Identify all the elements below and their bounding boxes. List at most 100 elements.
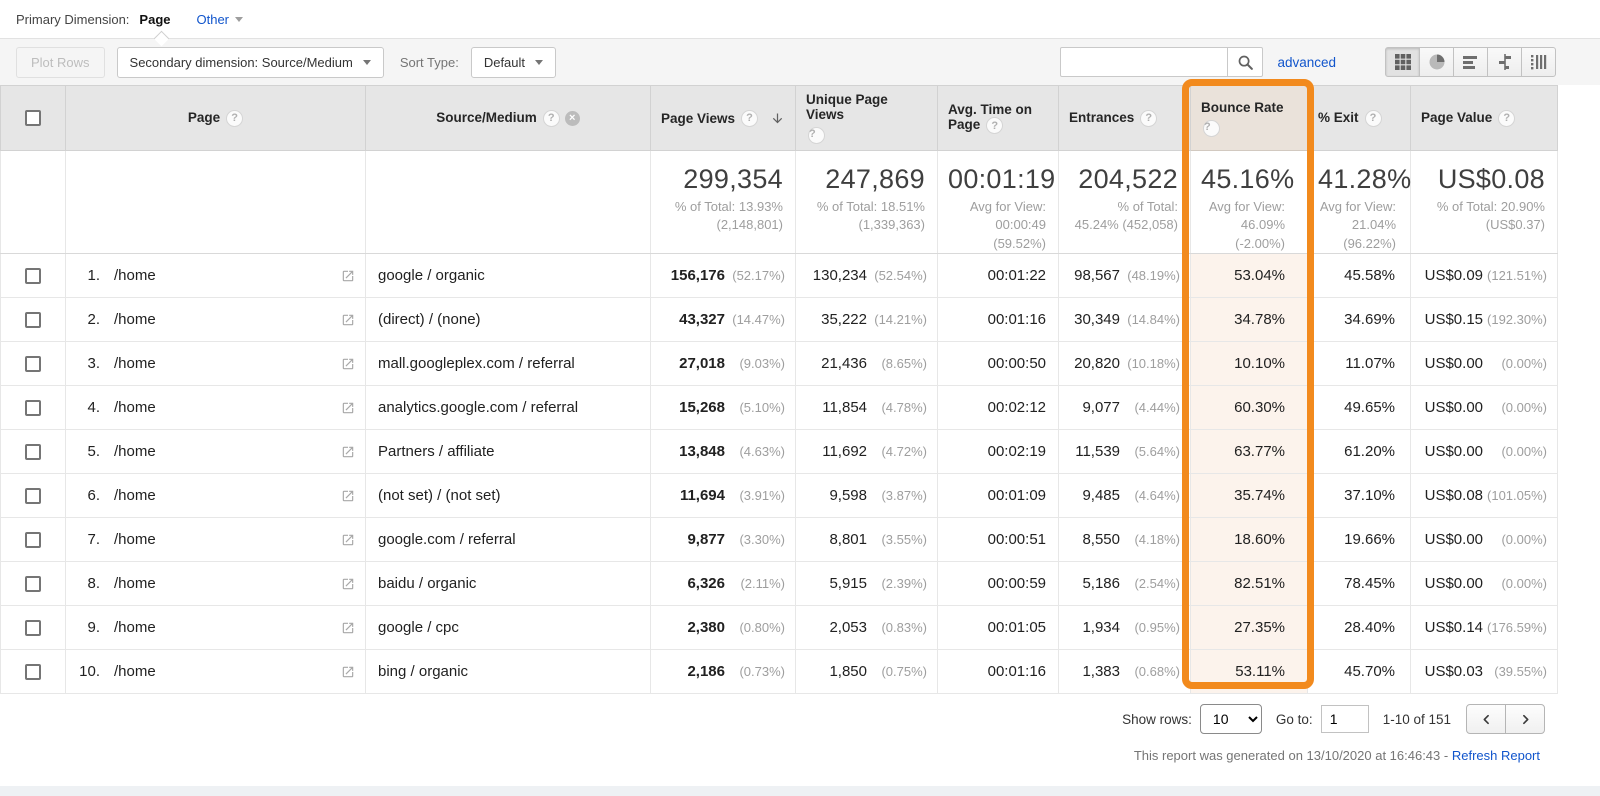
header-page-views[interactable]: Page Views bbox=[650, 85, 796, 151]
open-in-new-icon[interactable] bbox=[341, 665, 355, 679]
help-icon[interactable] bbox=[1498, 109, 1516, 127]
view-data-grid-button[interactable] bbox=[1385, 47, 1420, 77]
header-page[interactable]: Page bbox=[65, 85, 366, 151]
page-value-value: US$0.00 bbox=[1424, 443, 1483, 461]
previous-page-button[interactable] bbox=[1466, 704, 1506, 735]
row-checkbox[interactable] bbox=[25, 576, 41, 593]
entrances-cell: 9,485 (4.64%) bbox=[1058, 473, 1191, 519]
header-source-medium[interactable]: Source/Medium bbox=[365, 85, 651, 151]
open-in-new-icon[interactable] bbox=[341, 621, 355, 635]
summary-empty-cell bbox=[65, 149, 366, 255]
pivot-icon bbox=[1530, 55, 1546, 70]
row-checkbox[interactable] bbox=[25, 664, 41, 681]
page-link[interactable]: /home bbox=[114, 443, 156, 460]
header-page-views-label: Page Views bbox=[661, 110, 736, 126]
open-in-new-icon[interactable] bbox=[341, 357, 355, 371]
comparison-icon bbox=[1498, 54, 1511, 70]
help-icon[interactable] bbox=[1203, 119, 1220, 137]
row-rank: 5. bbox=[87, 443, 100, 461]
open-in-new-icon[interactable] bbox=[341, 269, 355, 283]
row-checkbox[interactable] bbox=[25, 400, 41, 417]
entrances-pct: (4.64%) bbox=[1134, 488, 1180, 504]
open-in-new-icon[interactable] bbox=[341, 533, 355, 547]
select-all-checkbox[interactable] bbox=[25, 110, 41, 127]
percent-exit-cell: 34.69% bbox=[1307, 297, 1411, 343]
row-checkbox[interactable] bbox=[25, 268, 41, 285]
page-value-value: US$0.00 bbox=[1424, 531, 1483, 549]
advanced-search-link[interactable]: advanced bbox=[1277, 55, 1336, 70]
row-checkbox-cell bbox=[0, 649, 66, 695]
page-link[interactable]: /home bbox=[114, 267, 156, 284]
header-bounce-rate[interactable]: Bounce Rate bbox=[1190, 85, 1308, 151]
help-icon[interactable] bbox=[808, 127, 825, 144]
row-checkbox[interactable] bbox=[25, 356, 41, 373]
header-page-value[interactable]: Page Value bbox=[1410, 85, 1558, 151]
chevron-left-icon bbox=[1483, 714, 1489, 724]
refresh-report-link[interactable]: Refresh Report bbox=[1452, 748, 1540, 763]
page-views-cell: 2,380 (0.80%) bbox=[650, 605, 796, 651]
unique-page-views-pct: (0.83%) bbox=[881, 620, 927, 636]
open-in-new-icon[interactable] bbox=[341, 489, 355, 503]
sort-descending-icon[interactable] bbox=[770, 111, 785, 126]
help-icon[interactable] bbox=[986, 117, 1004, 134]
header-entrances[interactable]: Entrances bbox=[1058, 85, 1191, 151]
open-in-new-icon[interactable] bbox=[341, 577, 355, 591]
page-link[interactable]: /home bbox=[114, 531, 156, 548]
entrances-cell: 30,349 (14.84%) bbox=[1058, 297, 1191, 343]
page-link[interactable]: /home bbox=[114, 487, 156, 504]
row-rank: 4. bbox=[87, 399, 100, 417]
row-checkbox[interactable] bbox=[25, 488, 41, 505]
sort-type-dropdown[interactable]: Default bbox=[470, 46, 557, 78]
search-button[interactable] bbox=[1227, 47, 1264, 77]
view-performance-button[interactable] bbox=[1453, 47, 1488, 77]
row-rank: 6. bbox=[87, 487, 100, 505]
view-pivot-button[interactable] bbox=[1521, 47, 1556, 77]
tab-page[interactable]: Page bbox=[139, 12, 170, 27]
next-page-button[interactable] bbox=[1505, 704, 1545, 735]
page-link[interactable]: /home bbox=[114, 311, 156, 328]
chevron-down-icon bbox=[535, 59, 544, 65]
search-input[interactable] bbox=[1060, 47, 1229, 77]
header-unique-page-views[interactable]: Unique Page Views bbox=[795, 85, 938, 151]
view-comparison-button[interactable] bbox=[1487, 47, 1522, 77]
page-link[interactable]: /home bbox=[114, 575, 156, 592]
row-checkbox[interactable] bbox=[25, 444, 41, 461]
go-to-input[interactable] bbox=[1320, 705, 1369, 734]
open-in-new-icon[interactable] bbox=[341, 313, 355, 327]
avg-time-cell: 00:02:12 bbox=[937, 385, 1059, 431]
page-link[interactable]: /home bbox=[114, 663, 156, 680]
show-rows-select[interactable]: 10 bbox=[1199, 704, 1262, 735]
header-avg-time-on-page[interactable]: Avg. Time on Page bbox=[937, 85, 1059, 151]
open-in-new-icon[interactable] bbox=[341, 401, 355, 415]
plot-rows-button[interactable]: Plot Rows bbox=[16, 46, 105, 78]
help-icon[interactable] bbox=[1364, 109, 1382, 127]
entrances-cell: 9,077 (4.44%) bbox=[1058, 385, 1191, 431]
row-checkbox[interactable] bbox=[25, 620, 41, 637]
open-in-new-icon[interactable] bbox=[341, 445, 355, 459]
remove-secondary-dimension-icon[interactable] bbox=[564, 110, 580, 126]
table-footer: Show rows: 10 Go to: 1-10 of 151 bbox=[0, 704, 1600, 735]
source-medium-cell: (direct) / (none) bbox=[365, 297, 651, 343]
header-percent-exit[interactable]: % Exit bbox=[1307, 85, 1411, 151]
help-icon[interactable] bbox=[741, 109, 759, 127]
secondary-dimension-dropdown[interactable]: Secondary dimension: Source/Medium bbox=[116, 46, 384, 78]
row-checkbox[interactable] bbox=[25, 312, 41, 329]
page-link[interactable]: /home bbox=[114, 619, 156, 636]
page-link[interactable]: /home bbox=[114, 399, 156, 416]
help-icon[interactable] bbox=[542, 109, 560, 127]
source-medium-cell: Partners / affiliate bbox=[365, 429, 651, 475]
header-bounce-rate-label: Bounce Rate bbox=[1201, 99, 1284, 115]
percent-exit-cell: 45.70% bbox=[1307, 649, 1411, 695]
view-percentage-button[interactable] bbox=[1419, 47, 1454, 77]
bounce-rate-cell: 27.35% bbox=[1190, 605, 1308, 651]
tab-other[interactable]: Other bbox=[197, 12, 244, 27]
help-icon[interactable] bbox=[1140, 109, 1158, 127]
secondary-dimension-label: Secondary dimension: Source/Medium bbox=[129, 54, 353, 70]
page-link[interactable]: /home bbox=[114, 355, 156, 372]
help-icon[interactable] bbox=[226, 109, 244, 127]
source-medium-cell: google.com / referral bbox=[365, 517, 651, 563]
row-checkbox[interactable] bbox=[25, 532, 41, 549]
source-medium-cell: analytics.google.com / referral bbox=[365, 385, 651, 431]
table-row: 4. /home analytics.google.com / referral… bbox=[0, 385, 1558, 431]
unique-page-views-pct: (14.21%) bbox=[874, 312, 927, 328]
